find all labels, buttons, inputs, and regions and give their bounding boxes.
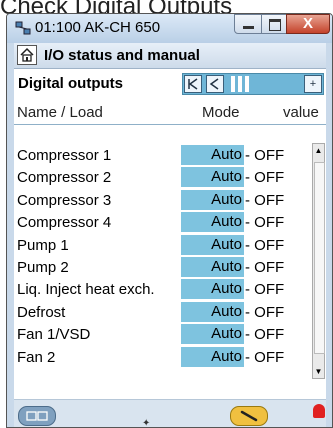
output-name: Compressor 4 [17,214,112,232]
output-name: Compressor 1 [17,147,112,164]
output-name: Compressor 3 [17,191,112,209]
scroll-up-icon[interactable]: ▲ [313,146,324,155]
page-indicator-mark [238,76,242,92]
scroll-marker-icon: ✦ [142,418,151,428]
header-divider [14,124,326,125]
section-title: Digital outputs [18,75,123,92]
output-name: Fan 1/VSD [17,326,91,344]
next-page-button[interactable]: + [304,75,322,93]
mode-cell[interactable]: Auto [181,234,244,255]
minimize-button[interactable] [234,14,262,34]
output-value: - OFF [245,281,285,299]
table-row: Liq. Inject heat exch. Auto - OFF [14,279,310,300]
mode-cell[interactable]: Auto [181,346,244,367]
page-indicator-mark [245,76,249,92]
output-value: - OFF [245,348,285,366]
section-header: Digital outputs + [14,69,326,97]
screen-title: I/O status and manual [44,47,200,64]
mode-cell[interactable]: Auto [181,212,244,233]
header-bar: I/O status and manual [14,43,326,69]
scroll-down-icon[interactable]: ▼ [313,367,324,376]
network-icon [15,21,31,35]
table-row: Compressor 3 Auto - OFF [14,189,310,210]
device-icon [26,411,48,421]
scrollbar-thumb[interactable] [314,162,325,354]
device-button[interactable] [18,406,56,426]
wrench-button[interactable] [230,406,268,426]
first-page-icon [188,78,198,90]
output-value: - OFF [245,303,285,321]
table-row: Compressor 4 Auto - OFF [14,212,310,233]
page-indicator-mark [231,76,235,92]
close-button[interactable]: X [286,14,330,34]
footer-bar: ✦ [14,399,326,428]
output-name: Liq. Inject heat exch. [17,281,155,299]
window-title: 01:100 AK-CH 650 [35,19,161,36]
app-window: 01:100 AK-CH 650 X I/O status and manual… [6,13,333,428]
mode-cell[interactable]: Auto [181,301,244,322]
output-name: Compressor 2 [17,169,112,187]
page-navigator: + [182,73,324,95]
mode-cell[interactable]: Auto [181,145,244,165]
output-value: - OFF [245,326,285,344]
output-value: - OFF [245,147,285,164]
table-row: Pump 2 Auto - OFF [14,257,310,277]
output-name: Pump 1 [17,236,69,254]
vertical-scrollbar[interactable]: ▲ ▼ [312,143,325,379]
table-row: Pump 1 Auto - OFF [14,234,310,255]
home-icon [20,47,34,62]
table-row: Fan 2 Auto - OFF [14,346,310,367]
output-name: Defrost [17,303,66,321]
table-row: Compressor 2 Auto - OFF [14,167,310,188]
table-row: Compressor 1 Auto - OFF [14,145,310,165]
column-header-value: value [283,104,319,121]
previous-page-button[interactable] [206,75,224,93]
mode-cell[interactable]: Auto [181,167,244,188]
mode-cell[interactable]: Auto [181,189,244,210]
client-area: I/O status and manual Digital outputs + … [14,43,326,428]
output-value: - OFF [245,191,285,209]
wrench-icon [240,410,258,422]
mode-cell[interactable]: Auto [181,257,244,277]
column-header-name: Name / Load [17,104,103,121]
output-value: - OFF [245,169,285,187]
output-name: Fan 2 [17,348,56,366]
output-value: - OFF [245,259,285,276]
mode-cell[interactable]: Auto [181,279,244,300]
home-button[interactable] [17,45,37,65]
bell-icon[interactable] [313,404,325,418]
maximize-button[interactable] [261,14,287,34]
table-row: Defrost Auto - OFF [14,301,310,322]
table-row: Fan 1/VSD Auto - OFF [14,324,310,345]
mode-cell[interactable]: Auto [181,324,244,345]
previous-page-icon [209,78,219,90]
output-value: - OFF [245,214,285,232]
column-header-mode: Mode [202,104,240,121]
output-name: Pump 2 [17,259,69,276]
first-page-button[interactable] [184,75,202,93]
window-titlebar[interactable]: 01:100 AK-CH 650 X [7,14,332,43]
output-value: - OFF [245,236,285,254]
